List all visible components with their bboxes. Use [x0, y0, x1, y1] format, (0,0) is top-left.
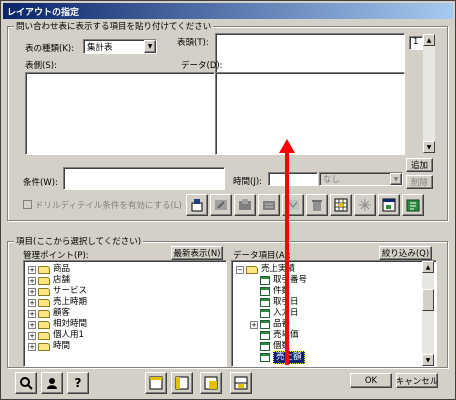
- help-icon[interactable]: ?: [67, 372, 89, 394]
- condition-label: 条件(W):: [23, 178, 58, 188]
- user-info-icon[interactable]: [41, 372, 63, 394]
- grid-icon[interactable]: [330, 194, 352, 216]
- table-icon: [260, 320, 270, 329]
- management-tree-list: + 商品 + 店舗 + サービス + 売上時期 + 顧客 + 相対時間 + 個人用1 + 時間: [28, 264, 87, 352]
- expand-icon[interactable]: +: [28, 309, 36, 318]
- paste-icon[interactable]: [186, 194, 208, 216]
- side-label: 表側(S):: [25, 61, 57, 71]
- filter-button[interactable]: 絞り込み(Q): [379, 246, 432, 260]
- expand-icon[interactable]: +: [28, 331, 36, 340]
- layout-4-icon[interactable]: [230, 372, 252, 394]
- refresh-button[interactable]: 最新表示(N): [171, 246, 223, 260]
- move-icon[interactable]: [234, 194, 256, 216]
- side-area[interactable]: [25, 72, 215, 155]
- drag-arrow: [279, 139, 295, 365]
- tree-item[interactable]: + 個人用1: [28, 330, 87, 341]
- condition-input[interactable]: [63, 167, 225, 190]
- data-items-tree: −売上実績 取引番号 件数 取引日 入力日 +品番 売単価 個数 売上額 ▲ ▼: [231, 260, 437, 367]
- drilldown-label: ドリルディテイル条件を有効にする(L): [35, 201, 182, 211]
- table-type-value: 集計表: [87, 43, 113, 53]
- search-icon[interactable]: [15, 372, 37, 394]
- layout-3-icon[interactable]: [200, 372, 222, 394]
- query-group-label: 問い合わせ表に表示する項目を貼り付けてください: [14, 20, 214, 32]
- tree-item[interactable]: + 店舗: [28, 275, 87, 286]
- page-number-box: 1: [409, 36, 423, 50]
- tree-item[interactable]: + 顧客: [28, 308, 87, 319]
- chevron-down-icon[interactable]: ▼: [144, 40, 156, 53]
- folder-icon: [38, 342, 50, 351]
- tree-item[interactable]: + 相対時間: [28, 319, 87, 330]
- expand-icon[interactable]: +: [28, 320, 36, 329]
- expand-icon[interactable]: +: [28, 276, 36, 285]
- table-icon: [260, 353, 270, 362]
- items-group-label: 項目(ここから選択してください): [14, 235, 144, 247]
- add-button[interactable]: 追加: [406, 158, 433, 172]
- delete-button[interactable]: 削除: [406, 175, 433, 189]
- table-icon: [260, 298, 270, 307]
- tree-item[interactable]: + 商品: [28, 264, 87, 275]
- expand-icon[interactable]: +: [28, 265, 36, 274]
- expand-icon[interactable]: +: [28, 287, 36, 296]
- folder-icon: [38, 298, 50, 307]
- tree-item[interactable]: + 時間: [28, 341, 87, 352]
- page-number: 1: [413, 37, 419, 47]
- scroll-up-icon[interactable]: ▲: [423, 34, 435, 46]
- trash-icon[interactable]: [306, 194, 328, 216]
- tree-item[interactable]: + 売上時期: [28, 297, 87, 308]
- expand-icon[interactable]: +: [250, 320, 258, 329]
- time-select[interactable]: なし ▼: [319, 172, 403, 186]
- folder-icon: [38, 309, 50, 318]
- table-icon: [260, 342, 270, 351]
- chevron-down-icon[interactable]: ▼: [390, 173, 402, 185]
- scroll-thumb[interactable]: [422, 289, 434, 311]
- time-label: 時間(J):: [233, 177, 263, 187]
- header-area[interactable]: [215, 33, 405, 76]
- table-type-select[interactable]: 集計表 ▼: [83, 39, 157, 54]
- layout-1-icon[interactable]: [145, 372, 167, 394]
- export-icon[interactable]: [402, 194, 424, 216]
- dialog-title: レイアウトの指定: [3, 3, 453, 19]
- folder-icon: [246, 265, 258, 274]
- folder-icon: [38, 287, 50, 296]
- page-scrollbar[interactable]: ▲ ▼: [423, 34, 435, 153]
- expand-icon[interactable]: +: [28, 298, 36, 307]
- folder-icon: [38, 276, 50, 285]
- table-icon: [260, 331, 270, 340]
- data-area[interactable]: [215, 72, 405, 155]
- layout-2-icon[interactable]: [171, 372, 193, 394]
- table-icon: [260, 276, 270, 285]
- expand-icon[interactable]: +: [28, 342, 36, 351]
- folder-icon: [38, 320, 50, 329]
- cancel-button[interactable]: キャンセル: [396, 373, 438, 388]
- edit-icon[interactable]: [210, 194, 232, 216]
- table-type-label: 表の種類(K):: [25, 44, 75, 54]
- ok-button[interactable]: OK: [350, 373, 392, 388]
- table-icon: [260, 309, 270, 318]
- scroll-down-icon[interactable]: ▼: [423, 141, 435, 153]
- scroll-up-icon[interactable]: ▲: [422, 261, 434, 273]
- table-icon: [260, 287, 270, 296]
- header-label: 表頭(T):: [177, 38, 209, 48]
- data-items-scrollbar[interactable]: ▲ ▼: [422, 261, 434, 366]
- tree-item[interactable]: + サービス: [28, 286, 87, 297]
- layout-dialog: レイアウトの指定 問い合わせ表に表示する項目を貼り付けてください 表の種類(K)…: [0, 0, 456, 400]
- folder-icon: [38, 331, 50, 340]
- collapse-icon[interactable]: −: [236, 265, 244, 274]
- time-select-value: なし: [323, 175, 341, 185]
- window-icon[interactable]: [378, 194, 400, 216]
- scroll-down-icon[interactable]: ▼: [422, 354, 434, 366]
- data-label: データ(D):: [181, 61, 223, 71]
- folder-icon: [38, 265, 50, 274]
- drilldown-checkbox[interactable]: [23, 200, 32, 209]
- management-tree: + 商品 + 店舗 + サービス + 売上時期 + 顧客 + 相対時間 + 個人用1 + 時間: [23, 260, 227, 367]
- sparkle-icon[interactable]: [354, 194, 376, 216]
